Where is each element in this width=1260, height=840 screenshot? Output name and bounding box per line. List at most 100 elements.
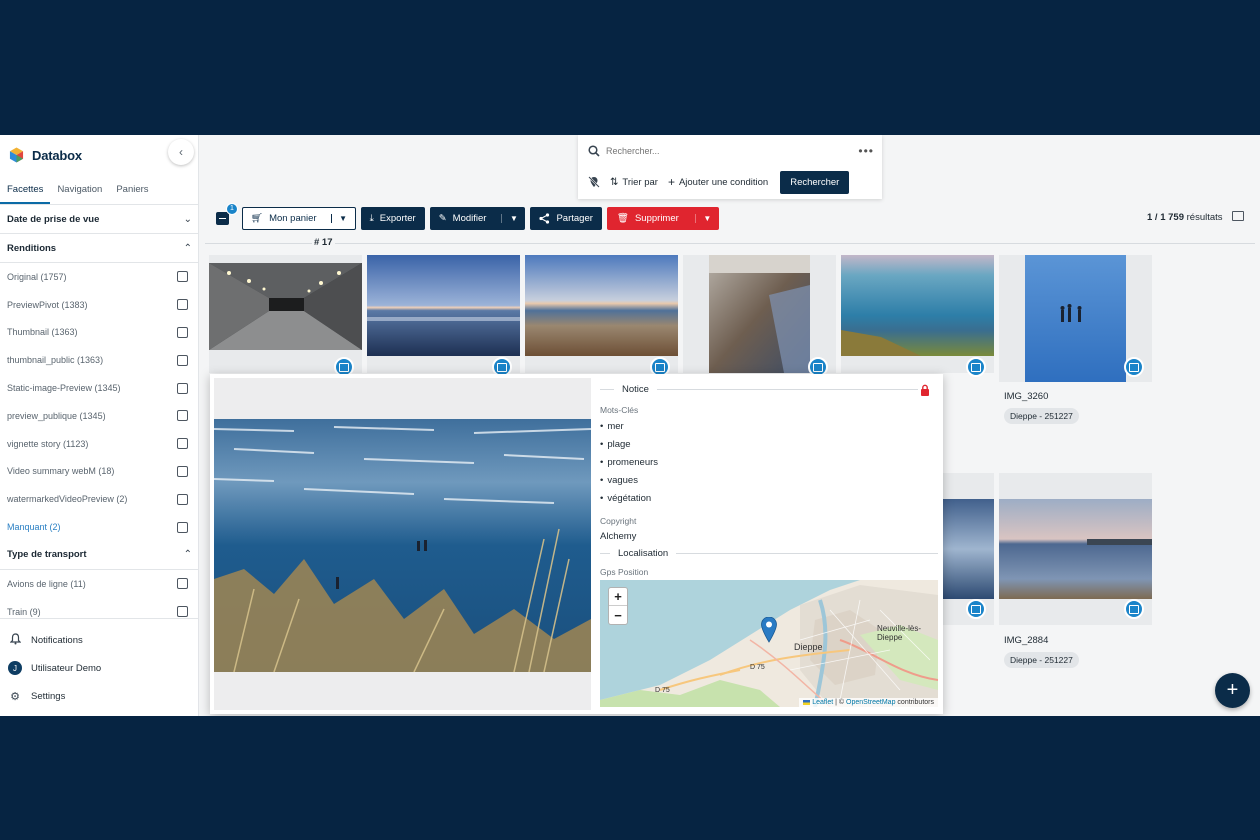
asset-preview-popover: Notice Mots-Clés mer plage promeneurs va… — [210, 374, 943, 714]
geo-off-icon[interactable] — [588, 176, 600, 188]
trash-icon: 🗑︎ — [616, 212, 629, 224]
facet-renditions-header[interactable]: Renditions ⌃ — [0, 234, 199, 263]
delete-button[interactable]: 🗑︎ Supprimer — [607, 213, 689, 224]
notifications-link[interactable]: Notifications — [0, 626, 199, 654]
share-label: Partager — [556, 212, 593, 224]
lock-icon[interactable] — [920, 384, 930, 396]
facet-item[interactable]: watermarkedVideoPreview (2) — [0, 485, 199, 513]
asset-thumbnail[interactable] — [367, 255, 520, 377]
export-button[interactable]: ⤓ Exporter — [360, 206, 425, 230]
facet-checkbox[interactable] — [177, 465, 188, 477]
facet-item[interactable]: Video summary webM (18) — [0, 458, 199, 486]
facet-checkbox[interactable] — [177, 521, 188, 533]
bell-icon — [8, 632, 22, 648]
settings-label: Settings — [31, 690, 66, 702]
settings-link[interactable]: ⚙ Settings — [0, 682, 199, 710]
notifications-label: Notifications — [31, 634, 83, 646]
asset-thumbnail[interactable] — [999, 473, 1152, 625]
facet-item[interactable]: Static-image-Preview (1345) — [0, 374, 199, 402]
facet-item[interactable]: thumbnail_public (1363) — [0, 346, 199, 374]
sort-icon: ⇅ — [610, 176, 619, 188]
collapse-sidebar-button[interactable]: ‹ — [168, 139, 194, 165]
image-type-icon — [1124, 599, 1144, 619]
facet-checkbox[interactable] — [177, 299, 188, 311]
brand[interactable]: Databox — [9, 145, 82, 165]
preview-photo — [214, 419, 591, 672]
facet-item[interactable]: preview_publique (1345) — [0, 402, 199, 430]
facet-item[interactable]: Train (9) — [0, 598, 199, 617]
asset-thumbnail[interactable] — [999, 255, 1152, 382]
facet-checkbox[interactable] — [177, 578, 188, 590]
keyword-item: mer — [600, 421, 623, 432]
facets-list: Date de prise de vue ⌄ Renditions ⌃ Orig… — [0, 205, 199, 617]
location-map[interactable]: Neuville-lès-Dieppe Dieppe D 75 D 75 + −… — [600, 580, 938, 707]
sort-button[interactable]: ⇅ Trier par — [610, 177, 658, 188]
select-all-checkbox[interactable]: 1 — [216, 202, 238, 225]
add-condition-button[interactable]: + Ajouter une condition — [668, 175, 768, 189]
asset-thumbnail[interactable] — [525, 255, 678, 377]
map-marker-icon[interactable] — [761, 617, 777, 643]
facet-checkbox[interactable] — [177, 382, 188, 394]
facet-item[interactable]: Avions de ligne (11) — [0, 570, 199, 598]
facet-item[interactable]: Original (1757) — [0, 263, 199, 291]
export-label: Exporter — [379, 212, 416, 224]
facet-checkbox[interactable] — [177, 326, 188, 338]
facet-checkbox[interactable] — [177, 271, 188, 283]
facet-item[interactable]: Thumbnail (1363) — [0, 319, 199, 347]
search-submit-button[interactable]: Rechercher — [780, 170, 850, 194]
chevron-up-icon: ⌃ — [183, 549, 192, 561]
map-label: Dieppe — [794, 642, 823, 652]
delete-dropdown-toggle[interactable]: ▼ — [694, 213, 719, 223]
waves-photo — [939, 499, 994, 599]
image-type-icon — [1124, 357, 1144, 377]
tab-navigation[interactable]: Navigation — [50, 179, 109, 204]
sort-label: Trier par — [622, 176, 658, 188]
facet-checkbox[interactable] — [177, 410, 188, 422]
more-options-icon[interactable]: ••• — [858, 144, 874, 158]
tab-paniers[interactable]: Paniers — [109, 179, 155, 204]
basket-button[interactable]: 🛒︎ Mon panier — [243, 213, 325, 224]
facet-item-label: PreviewPivot (1383) — [7, 299, 88, 310]
divider — [676, 553, 938, 554]
results-suffix: résultats — [1186, 212, 1223, 223]
asset-tag[interactable]: Dieppe - 251227 — [1004, 652, 1079, 668]
facet-date-header[interactable]: Date de prise de vue ⌄ — [0, 205, 199, 234]
asset-thumbnail[interactable] — [209, 255, 362, 377]
layout-toggle-icon[interactable] — [1232, 211, 1244, 221]
leaflet-link[interactable]: Leaflet — [812, 699, 833, 706]
zoom-in-button[interactable]: + — [609, 588, 627, 606]
edit-button[interactable]: ✎ Modifier — [430, 213, 496, 224]
zoom-out-button[interactable]: − — [609, 606, 627, 624]
edit-dropdown-toggle[interactable]: ▼ — [501, 213, 525, 223]
asset-thumbnail[interactable] — [841, 255, 994, 377]
copyright-value: Alchemy — [600, 531, 637, 542]
facet-item-label: vignette story (1123) — [7, 438, 89, 449]
facet-item[interactable]: vignette story (1123) — [0, 430, 199, 458]
facet-checkbox[interactable] — [177, 493, 188, 505]
user-link[interactable]: J Utilisateur Demo — [0, 654, 199, 682]
facet-item-missing[interactable]: Manquant (2) — [0, 513, 199, 541]
facet-transport-header[interactable]: Type de transport ⌃ — [0, 541, 199, 570]
search-input[interactable] — [606, 146, 853, 156]
facet-item-label: Original (1757) — [7, 271, 67, 282]
facet-item[interactable]: PreviewPivot (1383) — [0, 291, 199, 319]
osm-link[interactable]: OpenStreetMap — [846, 699, 895, 706]
notice-header: Notice — [600, 384, 938, 395]
notice-panel: Notice Mots-Clés mer plage promeneurs va… — [600, 374, 938, 714]
share-button[interactable]: Partager — [530, 206, 602, 230]
tab-facettes[interactable]: Facettes — [0, 179, 51, 204]
facet-checkbox[interactable] — [177, 438, 188, 450]
chevron-up-icon: ⌃ — [183, 242, 192, 254]
facet-checkbox[interactable] — [177, 606, 188, 617]
keyword-item: promeneurs — [600, 457, 658, 468]
search-icon — [588, 145, 600, 157]
asset-tag[interactable]: Dieppe - 251227 — [1004, 408, 1079, 424]
asset-thumbnail[interactable] — [939, 473, 994, 625]
gps-label: Gps Position — [600, 567, 649, 577]
keyword-item: végétation — [600, 493, 651, 504]
sidebar: Databox ‹ Facettes Navigation Paniers Da… — [0, 135, 199, 716]
facet-checkbox[interactable] — [177, 354, 188, 366]
basket-dropdown-toggle[interactable]: ▼ — [330, 213, 355, 223]
asset-thumbnail[interactable] — [683, 255, 836, 377]
add-fab-button[interactable]: + — [1215, 673, 1250, 708]
